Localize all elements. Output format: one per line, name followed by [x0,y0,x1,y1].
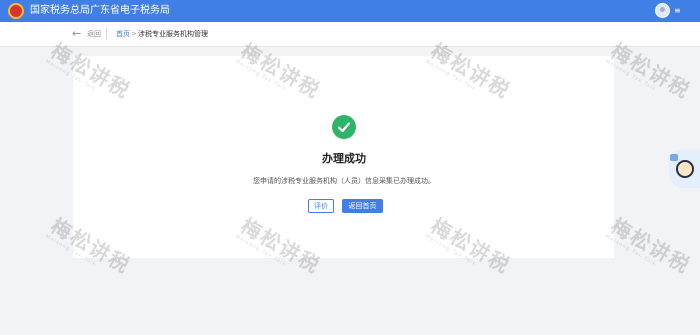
watermark-text: 梅松讲税 [606,38,695,104]
back-arrow-icon[interactable]: ← [72,27,81,41]
breadcrumb-bar: ← 返回 首页 > 涉税专业服务机构管理 [0,22,700,47]
assistant-avatar-icon [676,160,694,178]
nav-divider [106,28,107,40]
top-header-bar: 国家税务总局广东省电子税务局 ≡ [0,0,700,22]
user-avatar-icon[interactable] [655,3,670,18]
watermark: 梅松讲税 Meisong Tax Talk [604,39,696,109]
result-title: 办理成功 [322,152,366,165]
site-title: 国家税务总局广东省电子税务局 [30,5,170,16]
online-assistant-widget[interactable] [669,150,700,188]
tax-emblem-icon [8,3,24,19]
breadcrumb-home-link[interactable]: 首页 [116,29,130,39]
rate-button[interactable]: 评价 [308,199,334,213]
user-menu-icon[interactable]: ≡ [674,5,681,17]
watermark: 梅松讲税 Meisong Tax Talk [604,214,696,284]
watermark-subtext: Meisong Tax Talk [604,58,658,93]
chat-bubble-icon [670,154,678,161]
breadcrumb-separator: > [131,30,137,38]
breadcrumb-current: 涉税专业服务机构管理 [138,30,208,38]
watermark-text: 梅松讲税 [606,213,695,279]
back-button[interactable]: 返回 [87,29,101,39]
return-home-button[interactable]: 返回首页 [342,199,383,213]
success-check-icon [332,115,356,139]
watermark-subtext: Meisong Tax Talk [604,233,658,268]
result-message: 您申请的涉税专业服务机构（人员）信息采集已办理成功。 [253,177,435,185]
